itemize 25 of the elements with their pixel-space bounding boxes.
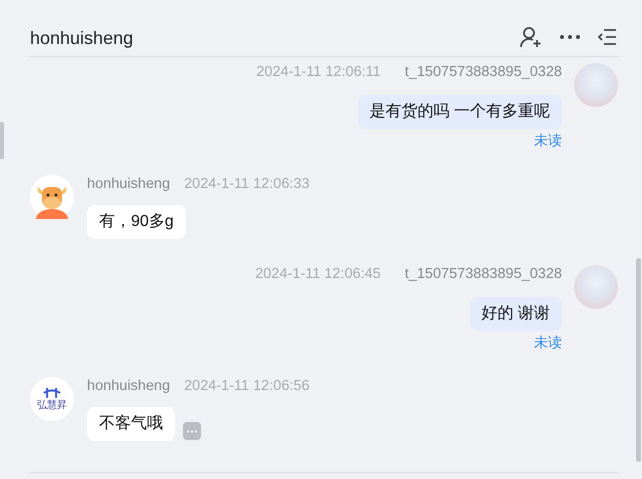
sender-name: honhuisheng — [87, 377, 170, 395]
add-user-icon[interactable] — [520, 26, 542, 48]
read-status: 未读 — [534, 333, 562, 351]
sender-name: t_1507573883895_0328 — [404, 265, 562, 283]
sender-name: t_1507573883895_0328 — [404, 63, 562, 81]
message-bubble: 不客气哦 — [87, 407, 175, 441]
message-time: 2024-1-11 12:06:11 — [256, 63, 381, 81]
message-bubble: 有，90多g — [87, 205, 186, 239]
more-icon[interactable] — [560, 35, 580, 39]
read-status: 未读 — [534, 131, 562, 149]
splitter-handle[interactable] — [0, 122, 4, 159]
message-bubble: 是有货的吗 一个有多重呢 — [358, 95, 562, 129]
message-time: 2024-1-11 12:06:45 — [255, 265, 381, 283]
logo-avatar: 弘慧昇 — [30, 377, 74, 421]
chat-title: honhuisheng — [30, 27, 134, 50]
scrollbar-thumb[interactable] — [636, 258, 641, 462]
photo-placeholder — [574, 265, 618, 309]
menu-icon[interactable] — [598, 28, 616, 46]
message-time: 2024-1-11 12:06:56 — [184, 377, 310, 395]
photo-placeholder — [574, 63, 618, 107]
message-time: 2024-1-11 12:06:33 — [184, 175, 310, 193]
message-bubble: 好的 谢谢 — [470, 297, 562, 331]
sender-name: honhuisheng — [87, 175, 170, 193]
cartoon-avatar — [30, 175, 74, 219]
ellipsis-icon — [187, 430, 197, 432]
